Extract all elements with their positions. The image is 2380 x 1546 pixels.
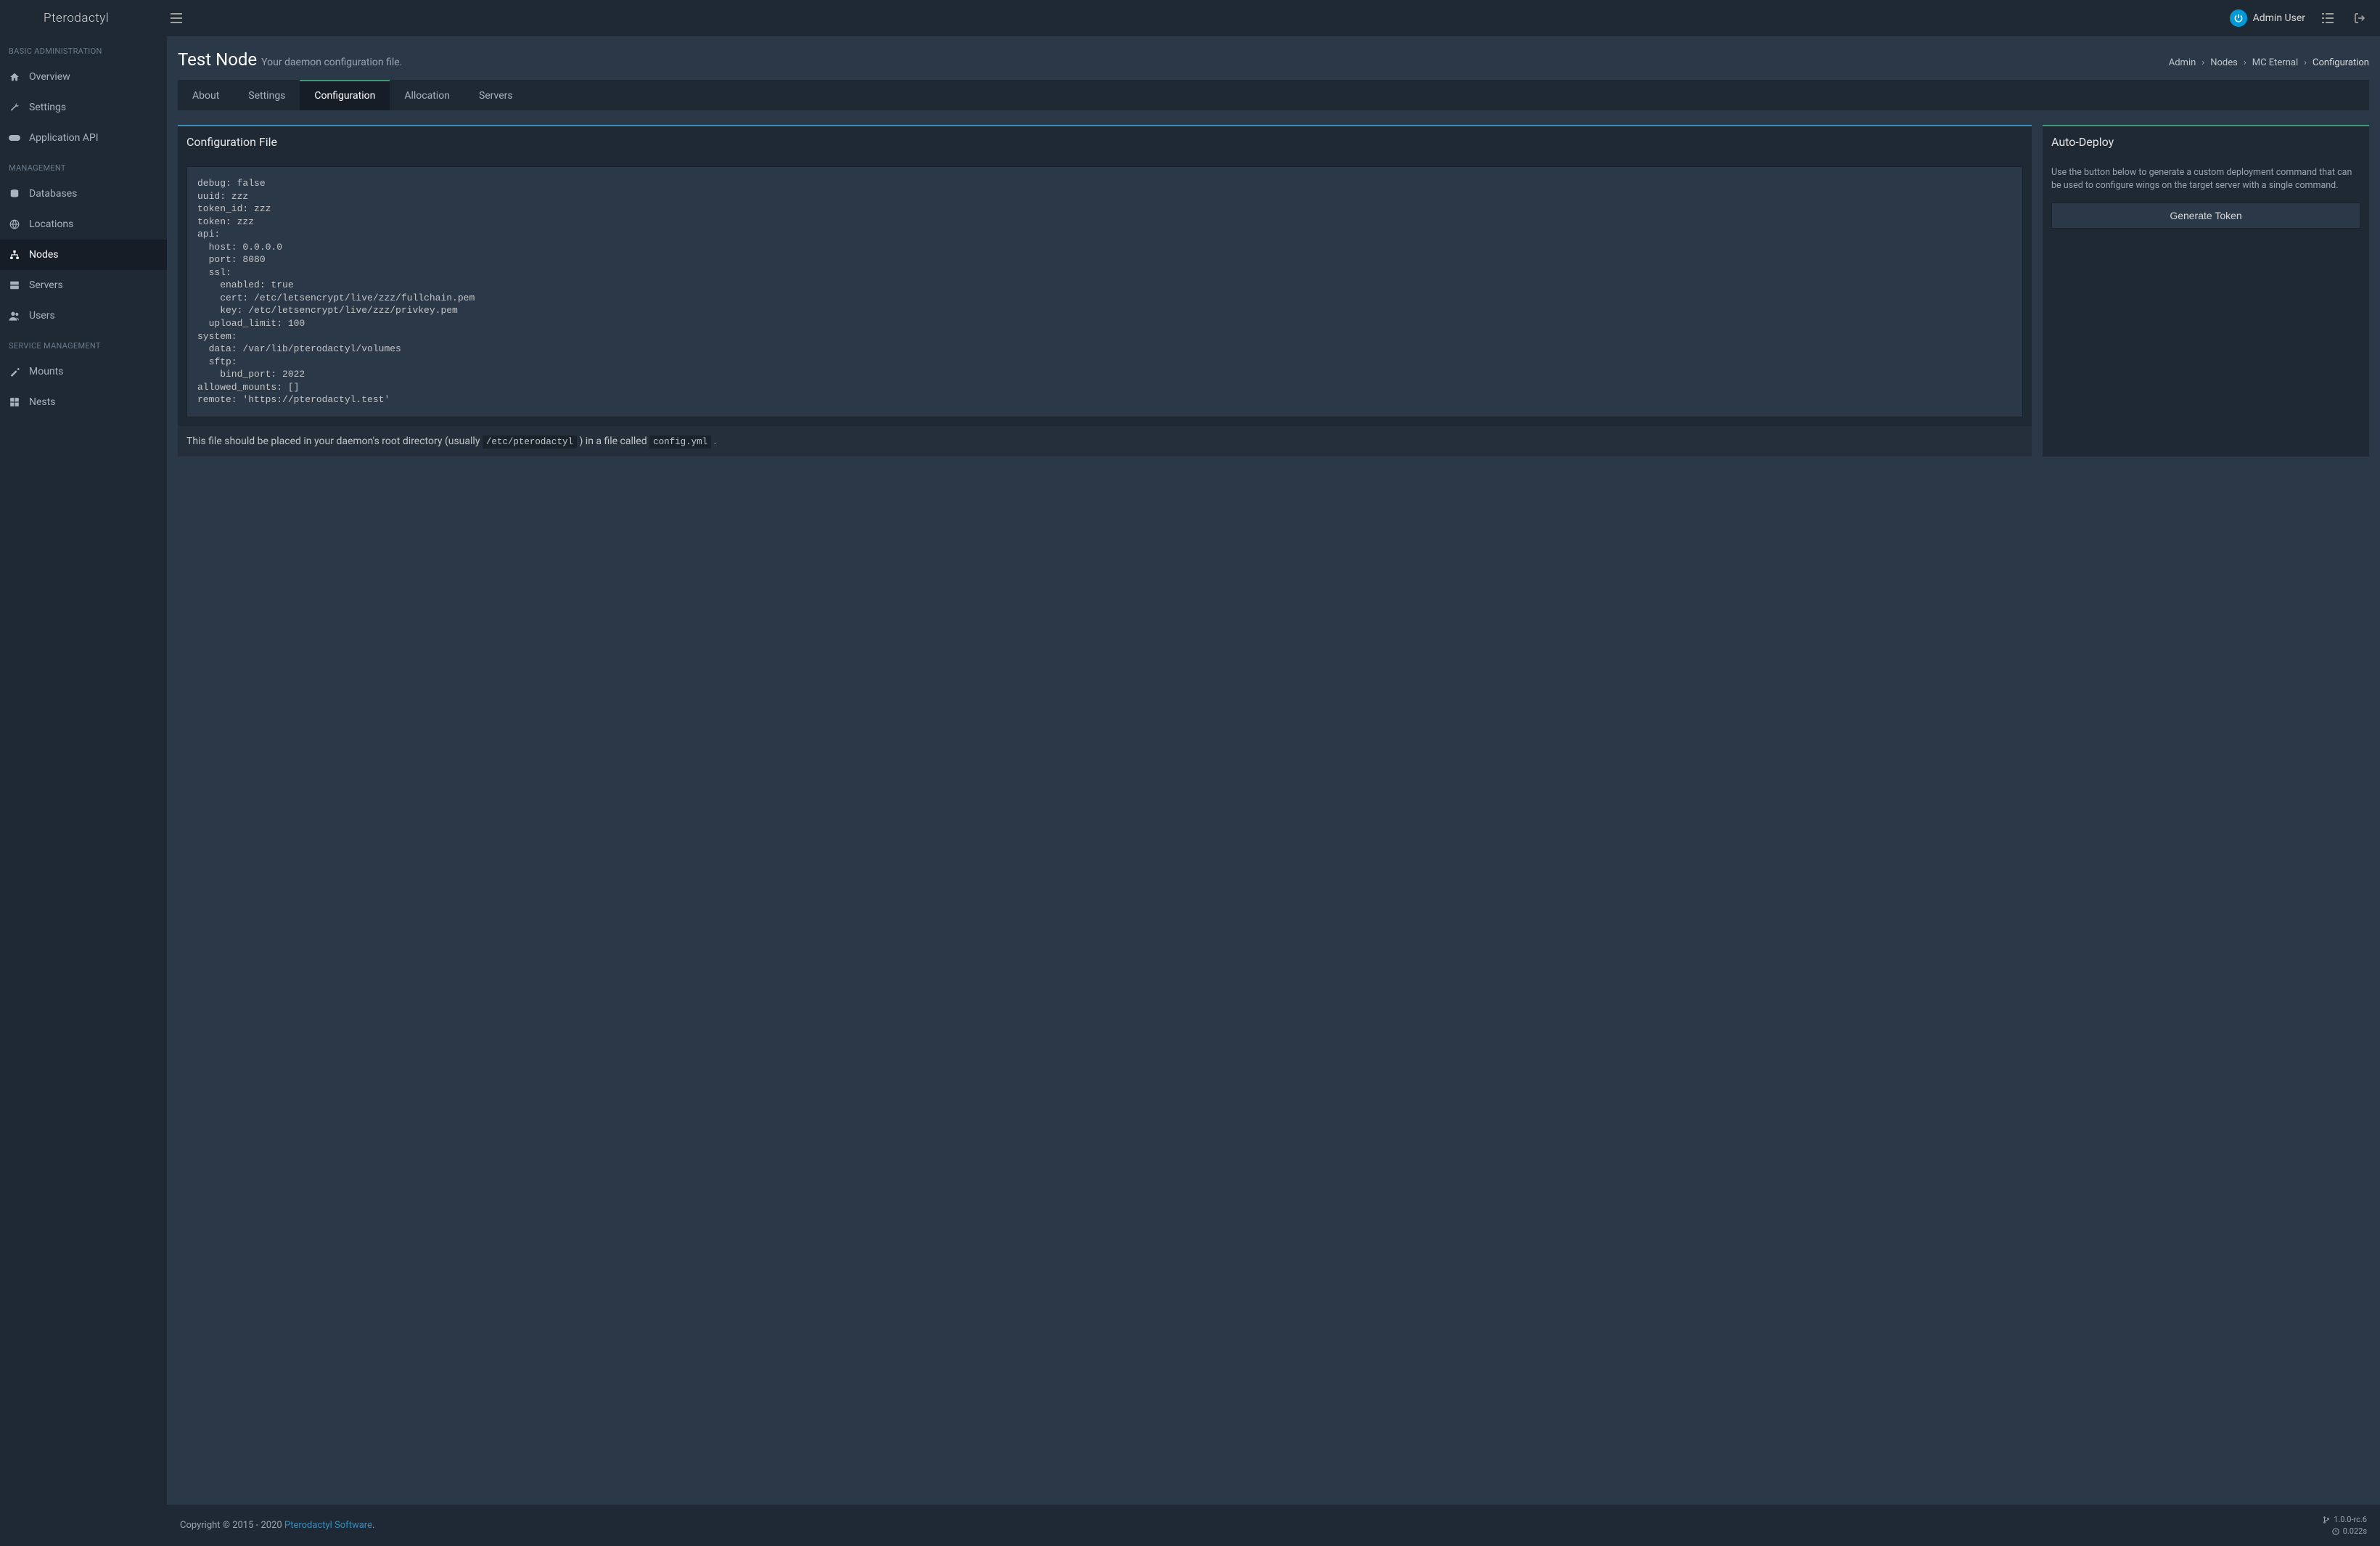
- page-title: Test Node: [178, 49, 257, 70]
- home-icon: [9, 72, 20, 82]
- user-menu[interactable]: Admin User: [2230, 9, 2305, 27]
- sidebar-item-label: Nests: [29, 396, 55, 408]
- sidebar-item-label: Locations: [29, 218, 73, 230]
- breadcrumb-mc[interactable]: MC Eternal: [2252, 57, 2298, 68]
- page-subtitle: Your daemon configuration file.: [261, 57, 402, 68]
- wrench-icon: [9, 102, 20, 113]
- brand-logo[interactable]: Pterodactyl: [44, 11, 109, 25]
- sidebar-item-settings[interactable]: Settings: [0, 92, 167, 123]
- breadcrumb-nodes[interactable]: Nodes: [2210, 57, 2238, 68]
- tab-about[interactable]: About: [178, 80, 234, 110]
- branch-icon: [2323, 1516, 2330, 1524]
- footer-code-a: /etc/pterodactyl: [483, 435, 577, 449]
- breadcrumb-admin[interactable]: Admin: [2169, 57, 2196, 68]
- sidebar: BASIC ADMINISTRATION Overview Settings A…: [0, 36, 167, 1546]
- section-title-basic: BASIC ADMINISTRATION: [0, 36, 167, 62]
- config-file-panel: Configuration File debug: false uuid: zz…: [178, 125, 2032, 457]
- tab-settings[interactable]: Settings: [234, 80, 300, 110]
- sidebar-item-label: Overview: [29, 71, 70, 83]
- sidebar-item-overview[interactable]: Overview: [0, 62, 167, 92]
- config-panel-title: Configuration File: [178, 126, 2032, 158]
- user-name: Admin User: [2253, 12, 2305, 24]
- tab-servers[interactable]: Servers: [464, 80, 528, 110]
- sidebar-item-databases[interactable]: Databases: [0, 179, 167, 209]
- server-icon: [9, 280, 20, 290]
- tabs: About Settings Configuration Allocation …: [178, 80, 2369, 110]
- sidebar-item-mounts[interactable]: Mounts: [0, 356, 167, 387]
- gamepad-icon: [9, 134, 20, 142]
- sidebar-item-label: Settings: [29, 102, 66, 113]
- list-icon[interactable]: [2318, 9, 2337, 27]
- globe-icon: [9, 219, 20, 229]
- auto-deploy-panel: Auto-Deploy Use the button below to gene…: [2043, 125, 2369, 457]
- breadcrumb: Admin › Nodes › MC Eternal › Configurati…: [2169, 57, 2369, 68]
- statusbar: Copyright © 2015 - 2020 Pterodactyl Soft…: [167, 1505, 2380, 1546]
- grid-icon: [9, 397, 20, 407]
- sidebar-item-label: Nodes: [29, 249, 59, 261]
- sidebar-item-label: Users: [29, 310, 55, 322]
- copyright-text: Copyright © 2015 - 2020: [180, 1520, 284, 1531]
- copyright-period: .: [372, 1520, 374, 1531]
- breadcrumb-separator: ›: [2244, 57, 2246, 68]
- section-title-management: MANAGEMENT: [0, 153, 167, 179]
- section-title-service: SERVICE MANAGEMENT: [0, 331, 167, 356]
- topbar: Pterodactyl Admin User: [0, 0, 2380, 36]
- database-icon: [9, 189, 20, 199]
- version-text: 1.0.0-rc.6: [2334, 1515, 2367, 1524]
- deploy-panel-title: Auto-Deploy: [2043, 126, 2369, 158]
- footer-text-a: This file should be placed in your daemo…: [186, 435, 483, 447]
- menu-toggle-icon[interactable]: [167, 9, 186, 27]
- sidebar-item-locations[interactable]: Locations: [0, 209, 167, 240]
- config-file-content[interactable]: debug: false uuid: zzz token_id: zzz tok…: [186, 166, 2023, 417]
- sidebar-item-api[interactable]: Application API: [0, 123, 167, 153]
- config-footer: This file should be placed in your daemo…: [178, 426, 2032, 457]
- sidebar-item-users[interactable]: Users: [0, 300, 167, 331]
- deploy-help-text: Use the button below to generate a custo…: [2051, 166, 2360, 192]
- tab-configuration[interactable]: Configuration: [300, 80, 390, 110]
- clock-icon: [2332, 1528, 2339, 1535]
- sidebar-item-label: Servers: [29, 279, 63, 291]
- breadcrumb-separator: ›: [2304, 57, 2307, 68]
- sidebar-item-label: Databases: [29, 188, 77, 200]
- time-text: 0.022s: [2343, 1526, 2367, 1536]
- pterodactyl-link[interactable]: Pterodactyl Software: [284, 1520, 372, 1531]
- power-icon: [2230, 9, 2247, 27]
- content-area: Test Node Your daemon configuration file…: [167, 36, 2380, 1546]
- footer-text-c: .: [714, 435, 717, 447]
- breadcrumb-separator: ›: [2202, 57, 2204, 68]
- sidebar-item-label: Application API: [29, 132, 99, 144]
- users-icon: [9, 311, 20, 321]
- footer-code-b: config.yml: [649, 435, 711, 449]
- sidebar-item-label: Mounts: [29, 366, 63, 377]
- sidebar-item-nodes[interactable]: Nodes: [0, 240, 167, 270]
- tab-allocation[interactable]: Allocation: [390, 80, 464, 110]
- magic-icon: [9, 367, 20, 377]
- footer-text-b: ) in a file called: [579, 435, 649, 447]
- generate-token-button[interactable]: Generate Token: [2051, 203, 2360, 229]
- sitemap-icon: [9, 250, 20, 260]
- logout-icon[interactable]: [2350, 9, 2369, 28]
- sidebar-item-nests[interactable]: Nests: [0, 387, 167, 417]
- breadcrumb-current: Configuration: [2313, 57, 2369, 68]
- sidebar-item-servers[interactable]: Servers: [0, 270, 167, 300]
